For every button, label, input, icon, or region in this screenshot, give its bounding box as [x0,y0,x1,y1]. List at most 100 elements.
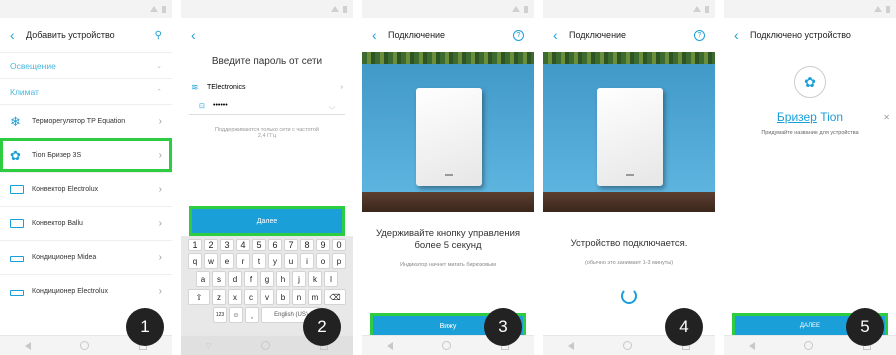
name-hint: Придумайте название для устройства [761,130,859,136]
key-v[interactable]: v [260,289,274,305]
shift-key[interactable]: ⇧ [188,289,210,305]
key-t[interactable]: t [252,253,266,269]
password-field[interactable]: ⊡ •••••• ◡ [189,97,345,115]
network-row[interactable]: ≋ TElectronics › [181,77,353,97]
screen-connection-hold: ‹ Подключение ? Удерживайте кнопку управ… [362,0,534,355]
key-i[interactable]: i [300,253,314,269]
key-d[interactable]: d [228,271,242,287]
screen-connecting: ‹ Подключение ? Устройство подключается.… [543,0,715,355]
back-button[interactable]: ‹ [553,27,569,43]
list-item-selected[interactable]: ✿ Tion Бризер 3S › [0,138,172,172]
device-photo [543,52,715,212]
device-label: Кондиционер Midea [32,254,97,261]
header: ‹ Добавить устройство ⚲ [0,18,172,52]
key-a[interactable]: a [196,271,210,287]
help-icon[interactable]: ? [694,29,705,41]
home-nav-icon[interactable] [623,341,633,350]
list-item[interactable]: ❄ Терморегулятор TP Equation › [0,104,172,138]
key-c[interactable]: c [244,289,258,305]
key-r[interactable]: r [236,253,250,269]
page-title: Добавить устройство [26,30,115,40]
key-y[interactable]: y [268,253,282,269]
step-badge: 4 [665,308,703,346]
key-h[interactable]: h [276,271,290,287]
clear-icon[interactable]: ✕ [883,113,890,122]
header: ‹ [181,18,353,52]
key-f[interactable]: f [244,271,258,287]
page-title: Подключено устройство [750,30,851,40]
key-b[interactable]: b [276,289,290,305]
key-9[interactable]: 9 [316,239,330,251]
back-button[interactable]: ‹ [734,27,750,43]
chevron-down-icon[interactable]: ▽ [206,342,211,350]
emoji-key[interactable]: ☺ [229,307,243,323]
key-4[interactable]: 4 [236,239,250,251]
backspace-key[interactable]: ⌫ [324,289,346,305]
key-x[interactable]: x [228,289,242,305]
device-name-field[interactable]: Бризер Tion ✕ [724,110,896,124]
back-button[interactable]: ‹ [10,27,26,43]
key-u[interactable]: u [284,253,298,269]
page-title: Подключение [388,30,446,40]
home-nav-icon[interactable] [442,341,452,350]
home-nav-icon[interactable] [261,341,271,350]
key-123[interactable]: 123 [213,307,227,323]
key-e[interactable]: e [220,253,234,269]
key-s[interactable]: s [212,271,226,287]
search-icon[interactable]: ⚲ [155,30,162,41]
home-nav-icon[interactable] [804,341,814,350]
header: ‹ Подключение ? [362,18,534,52]
home-nav-icon[interactable] [80,341,90,350]
key-5[interactable]: 5 [252,239,266,251]
section-label: Климат [10,86,39,97]
key-7[interactable]: 7 [284,239,298,251]
convector-icon [10,182,32,197]
back-nav-icon[interactable] [567,341,574,350]
key-l[interactable]: l [324,271,338,287]
section-lighting[interactable]: Освещение ⌄ [0,52,172,78]
device-name-part2: Tion [820,110,844,124]
key-n[interactable]: n [292,289,306,305]
key-6[interactable]: 6 [268,239,282,251]
key-2[interactable]: 2 [204,239,218,251]
convector-icon [10,216,32,231]
eye-icon[interactable]: ◡ [329,102,335,110]
chevron-right-icon: › [158,286,162,297]
key-8[interactable]: 8 [300,239,314,251]
status-bar [724,0,896,18]
space-label: English (US) [274,312,308,318]
status-bar [181,0,353,18]
help-icon[interactable]: ? [513,29,524,41]
key-o[interactable]: o [316,253,330,269]
key-z[interactable]: z [212,289,226,305]
back-button[interactable]: ‹ [372,27,388,43]
comma-key[interactable]: , [245,307,259,323]
key-j[interactable]: j [292,271,306,287]
list-item[interactable]: Конвектор Electrolux › [0,172,172,206]
key-m[interactable]: m [308,289,322,305]
list-item[interactable]: Кондиционер Electrolux › [0,274,172,308]
key-k[interactable]: k [308,271,322,287]
section-climate[interactable]: Климат ⌃ [0,78,172,104]
key-p[interactable]: p [332,253,346,269]
key-1[interactable]: 1 [188,239,202,251]
key-0[interactable]: 0 [332,239,346,251]
next-button[interactable]: Далее [189,206,345,236]
list-item[interactable]: Конвектор Ballu › [0,206,172,240]
back-nav-icon[interactable] [24,341,31,350]
key-g[interactable]: g [260,271,274,287]
key-3[interactable]: 3 [220,239,234,251]
fan-icon: ✿ [10,147,21,163]
page-title: Введите пароль от сети [211,56,323,67]
step-badge: 3 [484,308,522,346]
key-q[interactable]: q [188,253,202,269]
back-button[interactable]: ‹ [191,27,207,43]
back-nav-icon[interactable] [386,341,393,350]
device-label: Конвектор Electrolux [32,186,99,193]
back-nav-icon[interactable] [748,341,755,350]
key-w[interactable]: w [204,253,218,269]
section-label: Освещение [10,60,56,71]
list-item[interactable]: Кондиционер Midea › [0,240,172,274]
step-badge: 5 [846,308,884,346]
fan-icon: ✿ [794,66,826,98]
